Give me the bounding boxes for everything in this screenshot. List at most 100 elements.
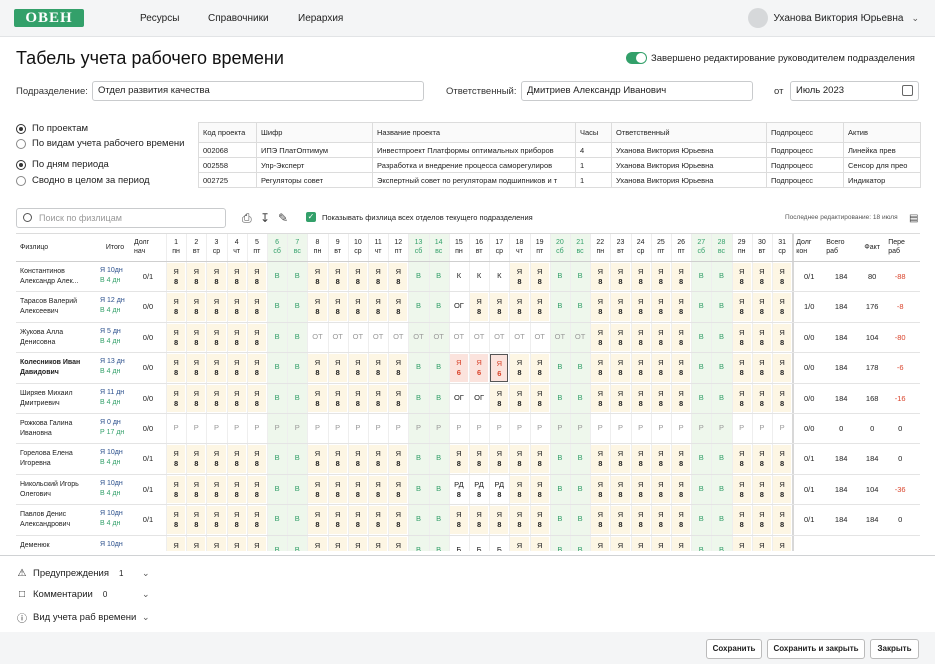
- day-cell[interactable]: Я8: [651, 354, 670, 382]
- day-cell[interactable]: Я8: [187, 354, 206, 382]
- print-icon[interactable]: ⎙: [242, 212, 252, 224]
- day-cell[interactable]: Я8: [348, 506, 367, 534]
- company-logo[interactable]: ОВЕН: [14, 9, 84, 27]
- day-header[interactable]: 28 вс: [711, 234, 731, 262]
- day-cell[interactable]: Я8: [207, 445, 226, 473]
- day-cell[interactable]: Я8: [530, 263, 549, 291]
- day-cell[interactable]: Я8: [591, 384, 610, 412]
- person-name[interactable]: Горелова Елена Игоревна: [20, 449, 96, 469]
- day-cell[interactable]: Я8: [773, 354, 792, 382]
- day-cell[interactable]: Я8: [369, 536, 388, 551]
- day-header[interactable]: 6 сб: [267, 234, 287, 262]
- day-cell[interactable]: Я8: [631, 384, 650, 412]
- day-cell[interactable]: В: [571, 385, 589, 412]
- day-cell[interactable]: В: [712, 263, 730, 290]
- day-cell[interactable]: В: [712, 445, 730, 472]
- day-cell[interactable]: ОТ: [409, 324, 427, 351]
- person-name[interactable]: Ширяев Михаил Дмитриевич: [20, 389, 96, 409]
- day-cell[interactable]: Р: [753, 415, 771, 442]
- day-cell[interactable]: Р: [349, 415, 367, 442]
- day-cell[interactable]: В: [288, 324, 306, 351]
- nav-directories[interactable]: Справочники: [208, 13, 269, 24]
- day-cell[interactable]: В: [268, 506, 286, 533]
- day-cell[interactable]: Я8: [490, 293, 509, 321]
- day-cell[interactable]: ОТ: [329, 324, 347, 351]
- day-cell[interactable]: Я8: [773, 475, 792, 504]
- day-cell[interactable]: Я8: [187, 323, 206, 352]
- day-cell[interactable]: Я8: [328, 293, 347, 321]
- day-cell[interactable]: В: [268, 385, 286, 412]
- day-cell[interactable]: В: [712, 537, 730, 551]
- day-cell[interactable]: Я8: [591, 263, 610, 291]
- day-cell[interactable]: Я8: [591, 475, 610, 504]
- project-row[interactable]: 002068 ИПЭ ПлатОптимум Инвестпроект Платфо…: [198, 142, 921, 158]
- day-cell[interactable]: ОТ: [531, 324, 549, 351]
- day-cell[interactable]: Я8: [611, 293, 630, 321]
- person-name[interactable]: Рожкова Галина Ивановна: [20, 419, 96, 439]
- day-cell[interactable]: Я8: [389, 354, 408, 382]
- warnings-section[interactable]: ⚠ Предупреждения 1 ⌄: [16, 568, 150, 579]
- day-cell[interactable]: Р: [712, 415, 730, 442]
- person-name[interactable]: Никольский Игорь Олегович: [20, 480, 96, 500]
- day-cell[interactable]: В: [551, 506, 569, 533]
- day-cell[interactable]: Я8: [611, 323, 630, 352]
- day-cell[interactable]: Р: [389, 415, 407, 442]
- day-cell[interactable]: Я8: [611, 354, 630, 382]
- day-cell[interactable]: В: [409, 445, 427, 472]
- day-cell[interactable]: Р: [329, 415, 347, 442]
- day-header[interactable]: 24 ср: [631, 234, 651, 262]
- day-cell[interactable]: Я8: [247, 475, 266, 504]
- day-cell[interactable]: Я8: [773, 536, 792, 551]
- chevron-down-icon[interactable]: ⌄: [142, 568, 150, 579]
- day-cell[interactable]: Я8: [389, 263, 408, 291]
- day-cell[interactable]: Я8: [510, 536, 529, 551]
- radio-by-types[interactable]: По видам учета рабочего времени: [16, 138, 184, 149]
- day-cell[interactable]: Я8: [651, 506, 670, 534]
- day-header[interactable]: 13 сб: [408, 234, 428, 262]
- day-cell[interactable]: Я8: [348, 354, 367, 382]
- day-cell[interactable]: Я8: [187, 293, 206, 321]
- day-cell[interactable]: Б: [490, 537, 508, 551]
- day-cell[interactable]: Я8: [449, 445, 468, 473]
- day-cell[interactable]: Р: [187, 415, 205, 442]
- day-cell[interactable]: В: [288, 354, 306, 381]
- day-cell[interactable]: ОТ: [490, 324, 508, 351]
- day-cell[interactable]: Я8: [207, 293, 226, 321]
- day-cell[interactable]: Р: [733, 415, 751, 442]
- day-cell[interactable]: Р: [207, 415, 225, 442]
- day-header[interactable]: 23 вт: [610, 234, 630, 262]
- day-cell[interactable]: Я8: [510, 263, 529, 291]
- day-cell[interactable]: Я8: [369, 293, 388, 321]
- day-cell[interactable]: Р: [773, 415, 791, 442]
- day-cell[interactable]: Я8: [732, 506, 751, 534]
- day-cell[interactable]: Я8: [247, 263, 266, 291]
- day-cell[interactable]: Я8: [773, 293, 792, 321]
- day-cell[interactable]: Я8: [328, 536, 347, 551]
- day-cell[interactable]: Я8: [752, 506, 771, 534]
- day-cell[interactable]: Р: [248, 415, 266, 442]
- day-cell[interactable]: Я8: [631, 354, 650, 382]
- day-cell[interactable]: В: [288, 506, 306, 533]
- day-cell[interactable]: Р: [369, 415, 387, 442]
- day-cell[interactable]: Я8: [369, 506, 388, 534]
- day-header[interactable]: 18 чт: [509, 234, 529, 262]
- day-cell[interactable]: В: [430, 385, 448, 412]
- day-cell[interactable]: Я8: [672, 293, 691, 321]
- day-cell[interactable]: В: [409, 537, 427, 551]
- day-cell[interactable]: ОТ: [369, 324, 387, 351]
- day-cell[interactable]: Я8: [308, 263, 327, 291]
- day-cell[interactable]: Р: [228, 415, 246, 442]
- day-cell[interactable]: В: [409, 354, 427, 381]
- day-header[interactable]: 7 вс: [287, 234, 307, 262]
- day-cell[interactable]: Я8: [227, 354, 246, 382]
- day-cell[interactable]: В: [268, 537, 286, 551]
- day-cell[interactable]: Я8: [651, 323, 670, 352]
- download-icon[interactable]: ↧: [260, 212, 270, 224]
- column-header[interactable]: Шифр: [256, 122, 373, 143]
- day-cell[interactable]: В: [712, 385, 730, 412]
- day-header[interactable]: 16 вт: [469, 234, 489, 262]
- column-header[interactable]: Код проекта: [198, 122, 257, 143]
- day-cell[interactable]: Р: [611, 415, 629, 442]
- day-cell[interactable]: В: [712, 506, 730, 533]
- day-cell[interactable]: РД 8: [450, 476, 468, 503]
